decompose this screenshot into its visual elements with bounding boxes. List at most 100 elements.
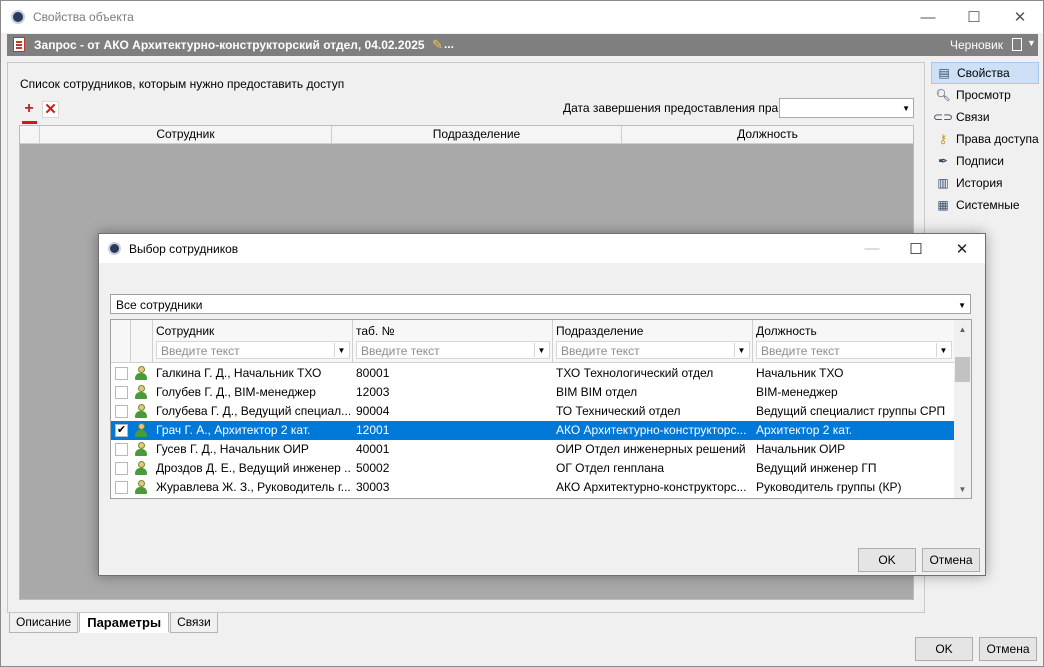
chevron-down-icon[interactable]: ▼ xyxy=(734,343,748,357)
cell-employee: Галкина Г. Д., Начальник ТХО xyxy=(156,366,322,380)
filter-placeholder: Введите текст xyxy=(161,344,240,358)
chevron-down-icon[interactable]: ▼ xyxy=(1027,38,1036,48)
column-label: Подразделение xyxy=(556,324,644,338)
cell-department: ОГ Отдел генплана xyxy=(556,461,665,475)
status-label[interactable]: Черновик xyxy=(950,38,1003,52)
dialog-ok-button[interactable]: OK xyxy=(858,548,916,572)
sidebar-item-properties[interactable]: ▤ Свойства xyxy=(931,62,1039,84)
filter-placeholder: Введите текст xyxy=(361,344,440,358)
header-tab-number[interactable]: таб. № Введите текст ▼ xyxy=(353,320,553,363)
tab-description[interactable]: Описание xyxy=(9,613,79,633)
sidebar-item-label: Подписи xyxy=(956,154,1004,168)
document-title: Запрос - от АКО Архитектурно-конструктор… xyxy=(34,38,425,52)
cell-employee: Голубев Г. Д., BIM-менеджер xyxy=(156,385,316,399)
window-title: Свойства объекта xyxy=(33,10,134,24)
minimize-button[interactable]: — xyxy=(905,1,951,33)
vertical-scrollbar[interactable]: ▲ ▼ xyxy=(954,320,971,498)
cell-employee: Дроздов Д. Е., Ведущий инженер ... xyxy=(156,461,350,475)
add-icon-underline xyxy=(22,121,37,124)
dialog-maximize-button[interactable]: ☐ xyxy=(893,234,939,263)
table-row[interactable]: Гусев Г. Д., Начальник ОИР 40001 ОИР Отд… xyxy=(111,440,954,459)
table-row-selected[interactable]: ✔ Грач Г. А., Архитектор 2 кат. 12001 АК… xyxy=(111,421,954,440)
chevron-down-icon[interactable]: ▼ xyxy=(958,301,966,310)
employees-table-header: Сотрудник Введите текст ▼ таб. № Введите… xyxy=(111,320,954,363)
pencil-icon[interactable]: ✎ xyxy=(432,37,443,53)
sidebar-item-signatures[interactable]: ✒ Подписи xyxy=(931,150,1039,172)
grid-header-position[interactable]: Должность xyxy=(622,126,913,143)
row-checkbox[interactable] xyxy=(115,367,128,380)
employees-table-body: Галкина Г. Д., Начальник ТХО 80001 ТХО Т… xyxy=(111,364,954,497)
sidebar-item-links[interactable]: ⊂⊃ Связи xyxy=(931,106,1039,128)
sidebar-item-system[interactable]: ▦ Системные xyxy=(931,194,1039,216)
tab-number-filter-input[interactable]: Введите текст ▼ xyxy=(356,341,550,359)
cell-department: АКО Архитектурно-конструкторс... xyxy=(556,423,747,437)
sidebar-item-label: История xyxy=(956,176,1003,190)
tab-links[interactable]: Связи xyxy=(170,613,218,633)
chevron-down-icon[interactable]: ▼ xyxy=(334,343,348,357)
scrollbar-thumb[interactable] xyxy=(955,357,970,382)
sidebar-item-access-rights[interactable]: ⚷ Права доступа xyxy=(931,128,1039,150)
table-row[interactable]: Голубев Г. Д., BIM-менеджер 12003 BIM BI… xyxy=(111,383,954,402)
grid-header-spacer xyxy=(20,126,40,143)
filter-placeholder: Введите текст xyxy=(761,344,840,358)
table-row[interactable]: Дроздов Д. Е., Ведущий инженер ... 50002… xyxy=(111,459,954,478)
chevron-down-icon[interactable]: ▼ xyxy=(902,104,910,113)
cell-tab-number: 50002 xyxy=(356,461,390,475)
filter-placeholder: Введите текст xyxy=(561,344,640,358)
department-filter-input[interactable]: Введите текст ▼ xyxy=(556,341,750,359)
app-logo-icon xyxy=(108,242,121,255)
delete-icon[interactable]: ✕ xyxy=(42,101,59,118)
table-row[interactable]: Галкина Г. Д., Начальник ТХО 80001 ТХО Т… xyxy=(111,364,954,383)
dialog-close-button[interactable]: ✕ xyxy=(939,234,985,263)
position-filter-input[interactable]: Введите текст ▼ xyxy=(756,341,952,359)
add-icon[interactable]: + xyxy=(20,101,38,119)
scroll-up-icon[interactable]: ▲ xyxy=(954,322,971,336)
scroll-down-icon[interactable]: ▼ xyxy=(954,482,971,496)
select-employees-dialog: Выбор сотрудников — ☐ ✕ Все сотрудники ▼… xyxy=(98,233,986,576)
cell-position: Начальник ТХО xyxy=(756,366,844,380)
dialog-cancel-button[interactable]: Отмена xyxy=(922,548,980,572)
chevron-down-icon[interactable]: ▼ xyxy=(936,343,950,357)
chevron-down-icon[interactable]: ▼ xyxy=(534,343,548,357)
employees-table[interactable]: Сотрудник Введите текст ▼ таб. № Введите… xyxy=(110,319,972,499)
row-checkbox[interactable] xyxy=(115,462,128,475)
end-date-picker[interactable]: ▼ xyxy=(779,98,914,118)
sidebar-item-label: Связи xyxy=(956,110,990,124)
table-row[interactable]: Журавлева Ж. З., Руководитель г... 30003… xyxy=(111,478,954,497)
cancel-button[interactable]: Отмена xyxy=(979,637,1037,661)
sidebar-item-history[interactable]: ▥ История xyxy=(931,172,1039,194)
column-label: Должность xyxy=(756,324,817,338)
row-checkbox[interactable] xyxy=(115,481,128,494)
system-icon: ▦ xyxy=(937,198,949,212)
status-menu-icon[interactable] xyxy=(1012,38,1022,51)
cell-tab-number: 12001 xyxy=(356,423,390,437)
header-employee[interactable]: Сотрудник Введите текст ▼ xyxy=(153,320,353,363)
row-checkbox[interactable] xyxy=(115,386,128,399)
user-icon xyxy=(135,385,147,399)
dialog-minimize-button[interactable]: — xyxy=(849,234,895,263)
grid-header-department[interactable]: Подразделение xyxy=(332,126,622,143)
header-position[interactable]: Должность Введите текст ▼ xyxy=(753,320,954,363)
employee-filter-input[interactable]: Введите текст ▼ xyxy=(156,341,350,359)
user-icon xyxy=(135,461,147,475)
ok-button[interactable]: OK xyxy=(915,637,973,661)
magnifier-icon: 🔍︎ xyxy=(935,88,951,102)
column-label: Сотрудник xyxy=(156,324,215,338)
sidebar-item-view[interactable]: 🔍︎ Просмотр xyxy=(931,84,1039,106)
employee-scope-select[interactable]: Все сотрудники ▼ xyxy=(110,294,971,314)
maximize-button[interactable]: ☐ xyxy=(951,1,997,33)
row-checkbox[interactable] xyxy=(115,443,128,456)
document-header-bar: Запрос - от АКО Архитектурно-конструктор… xyxy=(7,34,1038,56)
user-icon xyxy=(135,404,147,418)
row-checkbox-checked[interactable]: ✔ xyxy=(115,424,128,437)
tab-parameters[interactable]: Параметры xyxy=(79,613,170,633)
cell-tab-number: 80001 xyxy=(356,366,390,380)
row-checkbox[interactable] xyxy=(115,405,128,418)
employee-list-label: Список сотрудников, которым нужно предос… xyxy=(20,77,345,91)
close-button[interactable]: ✕ xyxy=(997,1,1043,33)
cell-position: Начальник ОИР xyxy=(756,442,846,456)
table-row[interactable]: Голубева Г. Д., Ведущий специал... 90004… xyxy=(111,402,954,421)
header-department[interactable]: Подразделение Введите текст ▼ xyxy=(553,320,753,363)
dialog-title: Выбор сотрудников xyxy=(129,242,239,256)
grid-header-employee[interactable]: Сотрудник xyxy=(40,126,332,143)
